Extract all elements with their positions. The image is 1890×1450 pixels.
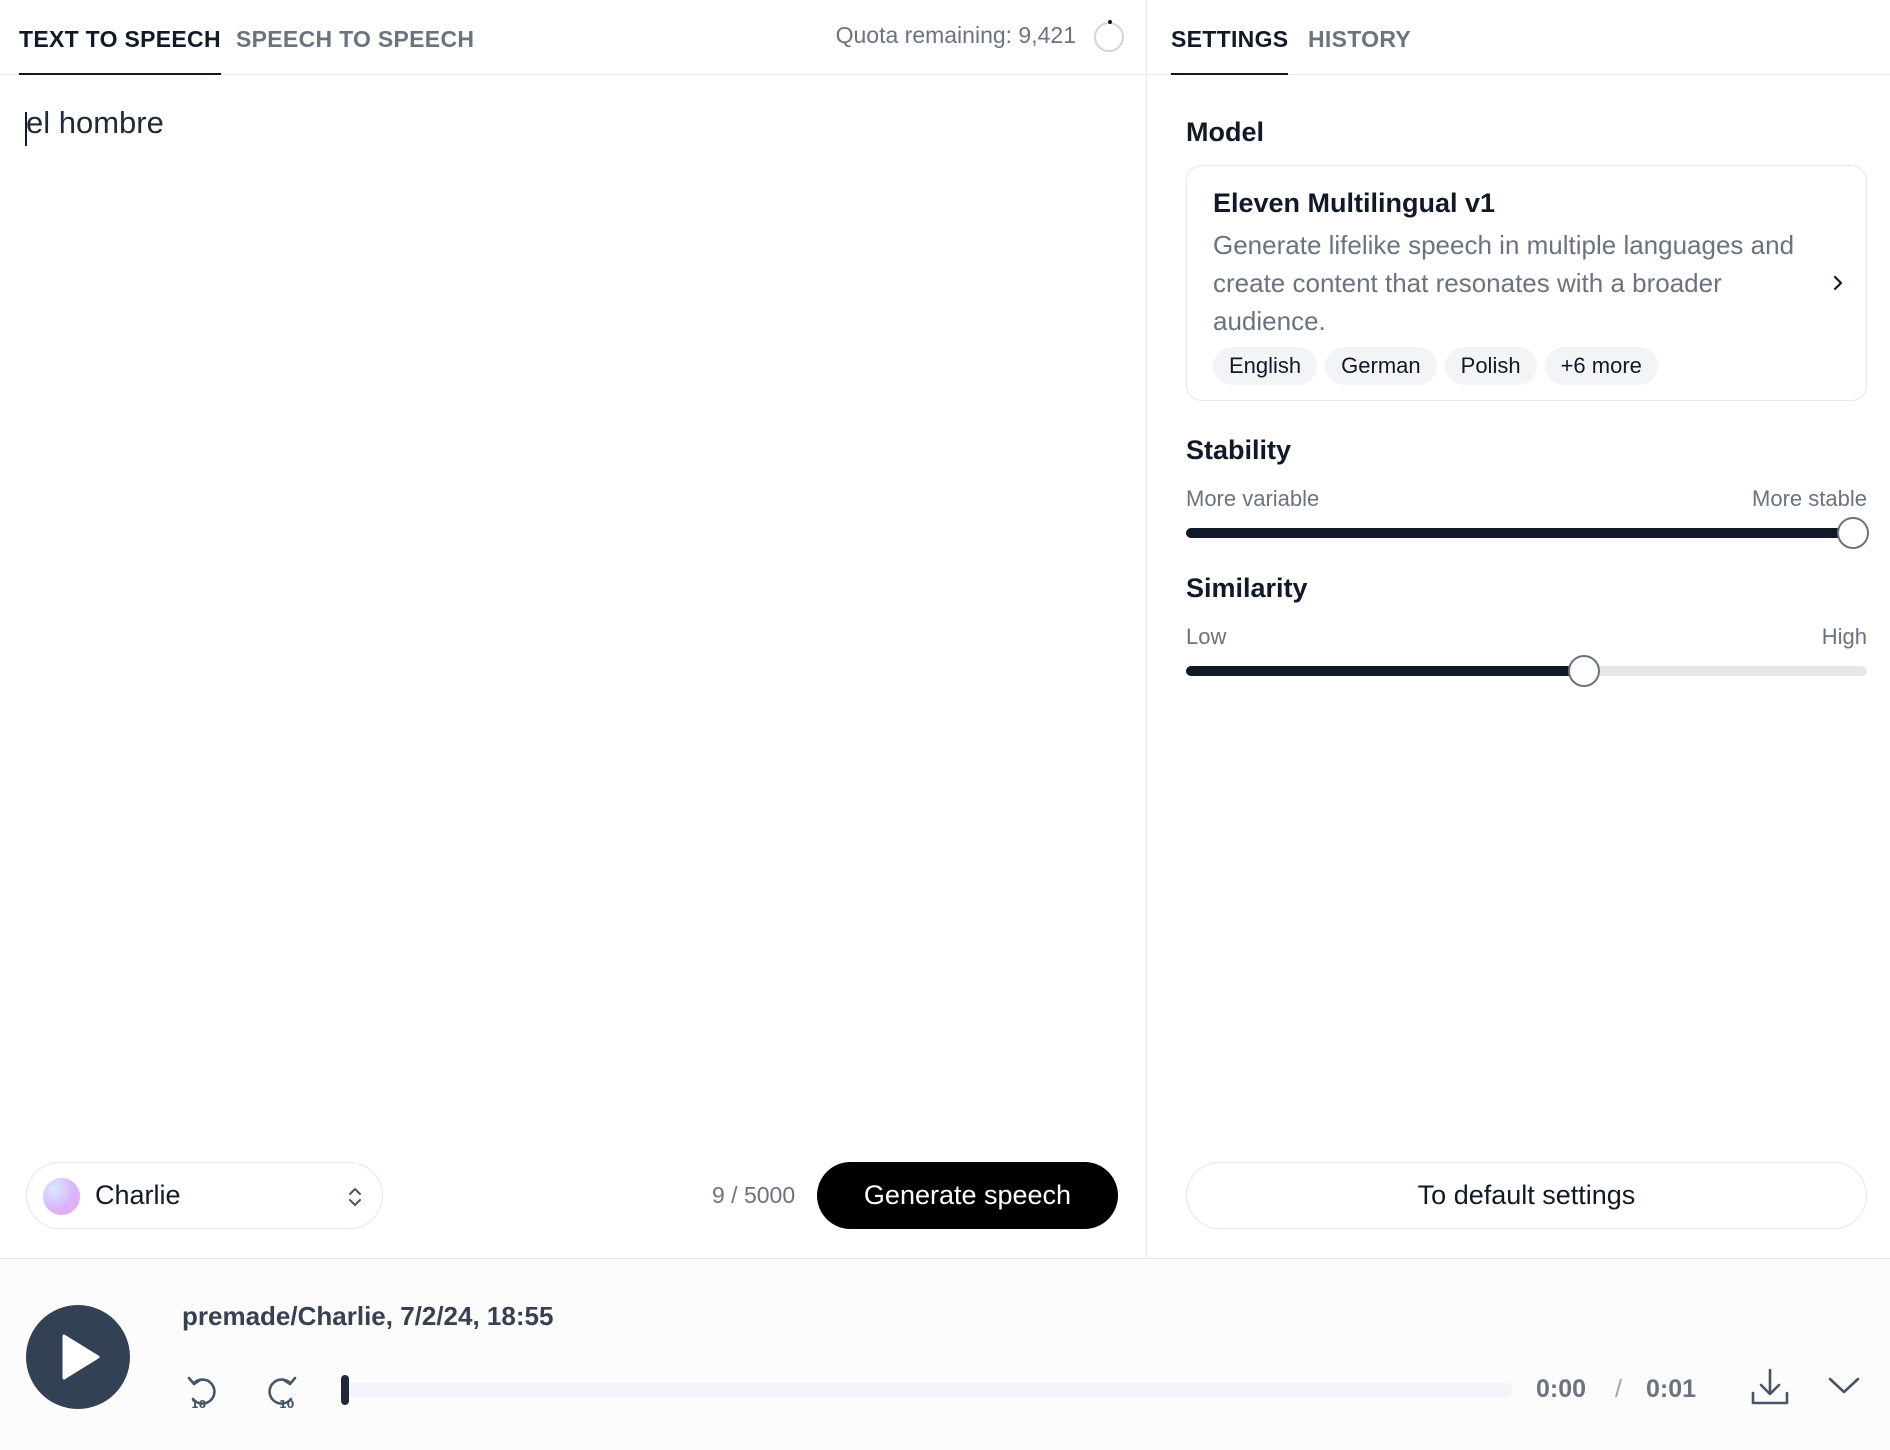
audio-player: premade/Charlie, 7/2/24, 18:55 10 10 0:0…: [0, 1258, 1890, 1450]
more-languages-tag: +6 more: [1544, 347, 1658, 385]
voice-avatar: [43, 1178, 80, 1215]
track-title: premade/Charlie, 7/2/24, 18:55: [182, 1301, 554, 1331]
voice-name: Charlie: [95, 1180, 181, 1210]
settings-panel: SETTINGS HISTORY Model Eleven Multilingu…: [1148, 0, 1890, 1258]
tab-settings[interactable]: SETTINGS: [1171, 0, 1289, 75]
playback-scrubber[interactable]: [341, 1375, 349, 1405]
language-tag: German: [1325, 347, 1437, 385]
svg-text:10: 10: [279, 1398, 295, 1411]
model-section-label: Model: [1186, 117, 1264, 147]
character-count: 9 / 5000: [712, 1182, 796, 1208]
quota-remaining: Quota remaining: 9,421: [835, 22, 1076, 48]
voice-select[interactable]: Charlie: [26, 1162, 383, 1229]
current-time: 0:00: [1536, 1375, 1587, 1403]
model-name: Eleven Multilingual v1: [1213, 188, 1496, 218]
language-tag: English: [1213, 347, 1318, 385]
app-root: TEXT TO SPEECH SPEECH TO SPEECH Quota re…: [0, 0, 1890, 1450]
model-description: Generate lifelike speech in multiple lan…: [1213, 230, 1795, 336]
text-to-speech-panel: TEXT TO SPEECH SPEECH TO SPEECH Quota re…: [0, 0, 1147, 1258]
svg-text:10: 10: [191, 1398, 207, 1411]
time-separator: /: [1615, 1375, 1622, 1403]
download-icon[interactable]: [1748, 1365, 1792, 1409]
quota-progress-icon: [1094, 20, 1124, 52]
forward-10-icon[interactable]: 10: [260, 1371, 300, 1411]
stability-label: Stability: [1186, 435, 1292, 465]
stability-min-label: More variable: [1186, 486, 1320, 511]
text-input[interactable]: el hombre: [26, 105, 164, 141]
tab-history[interactable]: HISTORY: [1308, 0, 1411, 75]
similarity-label: Similarity: [1186, 573, 1308, 603]
chevron-down-icon[interactable]: [1826, 1373, 1862, 1397]
similarity-slider-fill: [1186, 666, 1585, 676]
rewind-10-icon[interactable]: 10: [184, 1371, 224, 1411]
stability-slider-fill: [1186, 528, 1854, 538]
similarity-slider-thumb[interactable]: [1568, 655, 1601, 687]
play-button[interactable]: [26, 1305, 130, 1409]
model-selector-card[interactable]: Eleven Multilingual v1 Generate lifelike…: [1186, 165, 1867, 401]
stability-max-label: More stable: [1752, 486, 1867, 511]
duration: 0:01: [1646, 1375, 1697, 1403]
language-tags: English German Polish +6 more: [1213, 347, 1658, 385]
tab-speech-to-speech[interactable]: SPEECH TO SPEECH: [236, 0, 474, 75]
similarity-slider[interactable]: [1186, 655, 1867, 687]
default-settings-button[interactable]: To default settings: [1186, 1162, 1867, 1229]
language-tag: Polish: [1444, 347, 1537, 385]
chevron-right-icon: [1833, 275, 1843, 291]
right-tab-bar: SETTINGS HISTORY: [1148, 0, 1890, 75]
stability-slider-thumb[interactable]: [1837, 517, 1870, 549]
left-tab-bar: TEXT TO SPEECH SPEECH TO SPEECH Quota re…: [0, 0, 1146, 75]
similarity-max-label: High: [1821, 624, 1867, 649]
chevron-up-down-icon: [349, 1188, 361, 1206]
stability-slider[interactable]: [1186, 517, 1870, 549]
playback-progress-bar[interactable]: [341, 1375, 1513, 1405]
generate-speech-button[interactable]: Generate speech: [817, 1162, 1118, 1229]
tab-text-to-speech[interactable]: TEXT TO SPEECH: [19, 0, 221, 75]
similarity-min-label: Low: [1186, 624, 1227, 649]
play-icon: [62, 1334, 100, 1380]
